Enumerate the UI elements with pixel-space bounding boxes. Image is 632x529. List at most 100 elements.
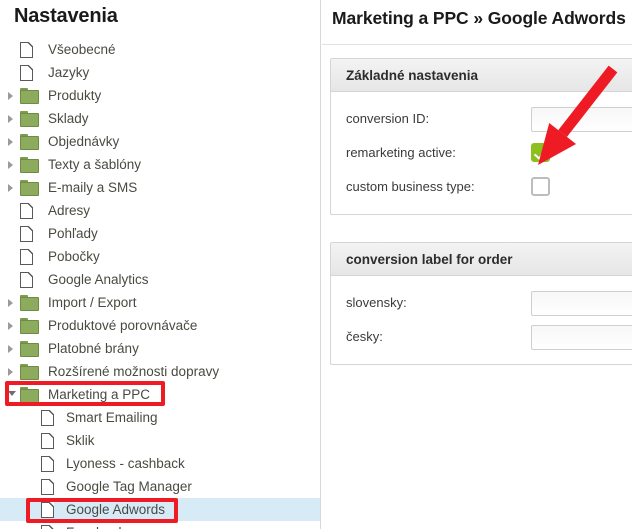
page-title: Marketing a PPC » Google Adwords [332, 8, 626, 28]
sidebar-item-label: Adresy [48, 203, 91, 218]
field-label: česky: [346, 329, 383, 344]
file-icon [41, 410, 54, 426]
folder-icon [20, 318, 39, 334]
sidebar-item-google-tag-manager[interactable]: Google Tag Manager [0, 475, 320, 498]
file-icon [20, 249, 33, 265]
chevron-right-icon[interactable] [8, 299, 13, 307]
folder-icon [20, 88, 39, 104]
file-icon [41, 502, 54, 518]
sidebar-item-v-eobecn[interactable]: Všeobecné [0, 38, 320, 61]
field-control [531, 325, 632, 350]
sidebar-item-label: Import / Export [48, 295, 137, 310]
sidebar-item-label: Lyoness - cashback [66, 456, 185, 471]
sidebar-item-facebook[interactable]: Facebook [0, 521, 320, 529]
content-area: Marketing a PPC » Google Adwords Základn… [322, 0, 632, 529]
folder-icon [20, 180, 39, 196]
folder-icon [20, 341, 39, 357]
chevron-right-icon[interactable] [8, 92, 13, 100]
chevron-right-icon[interactable] [8, 184, 13, 192]
field-control [531, 175, 550, 196]
sidebar-item-label: Všeobecné [48, 42, 116, 57]
sidebar-item-label: Pohľady [48, 226, 98, 241]
sidebar-item-label: Produkty [48, 88, 102, 103]
sidebar-item-label: Platobné brány [48, 341, 139, 356]
field-control [531, 291, 632, 316]
file-icon [20, 203, 33, 219]
sidebar-item-produkty[interactable]: Produkty [0, 84, 320, 107]
file-icon [20, 272, 33, 288]
sidebar-item-label: Google Analytics [48, 272, 149, 287]
sidebar-item-lyoness-cashback[interactable]: Lyoness - cashback [0, 452, 320, 475]
sidebar-item-import-export[interactable]: Import / Export [0, 291, 320, 314]
chevron-right-icon[interactable] [8, 368, 13, 376]
sidebar-item-label: Sklik [66, 433, 95, 448]
sidebar-item-poh-ady[interactable]: Pohľady [0, 222, 320, 245]
sidebar-item-produktov-porovn-va-e[interactable]: Produktové porovnávače [0, 314, 320, 337]
settings-sidebar: Nastavenia Všeobecné Jazyky Produkty Sklady… [0, 0, 321, 529]
folder-icon [20, 295, 39, 311]
sidebar-item-smart-emailing[interactable]: Smart Emailing [0, 406, 320, 429]
form-row: slovensky: [331, 286, 632, 320]
settings-tree: Všeobecné Jazyky Produkty Sklady Objednávky T… [0, 38, 320, 529]
sidebar-item-marketing-a-ppc[interactable]: Marketing a PPC [0, 383, 320, 406]
sidebar-item-label: Smart Emailing [66, 410, 158, 425]
panel-body: slovensky: česky: [331, 276, 632, 364]
file-icon [20, 226, 33, 242]
panel-body: conversion ID: remarketing active: custom … [331, 92, 632, 214]
esky-input[interactable] [531, 325, 632, 350]
chevron-right-icon[interactable] [8, 138, 13, 146]
sidebar-item-label: Marketing a PPC [48, 387, 151, 402]
sidebar-item-sklady[interactable]: Sklady [0, 107, 320, 130]
chevron-right-icon[interactable] [8, 322, 13, 330]
sidebar-item-google-adwords[interactable]: Google Adwords [0, 498, 320, 521]
sidebar-item-adresy[interactable]: Adresy [0, 199, 320, 222]
sidebar-item-google-analytics[interactable]: Google Analytics [0, 268, 320, 291]
file-icon [41, 433, 54, 449]
file-icon [20, 65, 33, 81]
sidebar-item-label: Pobočky [48, 249, 100, 264]
sidebar-item-label: Jazyky [48, 65, 90, 80]
sidebar-item-label: Rozšírené možnosti dopravy [48, 364, 220, 379]
remarketing-active-checkbox[interactable] [531, 143, 550, 162]
file-icon [41, 456, 54, 472]
form-row: remarketing active: [331, 136, 632, 170]
sidebar-item-label: E-maily a SMS [48, 180, 138, 195]
sidebar-item-roz-ren-mo-nosti-dopravy[interactable]: Rozšírené možnosti dopravy [0, 360, 320, 383]
form-row: česky: [331, 320, 632, 354]
sidebar-item-label: Sklady [48, 111, 89, 126]
field-control [531, 141, 550, 162]
sidebar-item-e-maily-a-sms[interactable]: E-maily a SMS [0, 176, 320, 199]
file-icon [41, 479, 54, 495]
sidebar-item-label: Facebook [66, 521, 125, 529]
field-label: slovensky: [346, 295, 407, 310]
panel-z-kladn-nastavenia: Základné nastavenia conversion ID: remarke… [330, 58, 632, 215]
sidebar-item-texty-a-abl-ny[interactable]: Texty a šablóny [0, 153, 320, 176]
field-control [531, 107, 632, 132]
folder-icon [20, 134, 39, 150]
form-row: custom business type: [331, 170, 632, 204]
sidebar-item-jazyky[interactable]: Jazyky [0, 61, 320, 84]
conversion-id-input[interactable] [531, 107, 632, 132]
panel-header: conversion label for order [331, 243, 632, 276]
sidebar-item-platobn-br-ny[interactable]: Platobné brány [0, 337, 320, 360]
chevron-right-icon[interactable] [8, 115, 13, 123]
sidebar-item-label: Texty a šablóny [48, 157, 142, 172]
sidebar-item-pobo-ky[interactable]: Pobočky [0, 245, 320, 268]
form-row: conversion ID: [331, 102, 632, 136]
sidebar-item-label: Objednávky [48, 134, 120, 149]
field-label: conversion ID: [346, 111, 430, 126]
custom-business-type-checkbox[interactable] [531, 177, 550, 196]
chevron-right-icon[interactable] [8, 161, 13, 169]
sidebar-item-label: Google Tag Manager [66, 479, 192, 494]
sidebar-item-sklik[interactable]: Sklik [0, 429, 320, 452]
panel-header: Základné nastavenia [331, 59, 632, 92]
folder-icon [20, 157, 39, 173]
folder-icon [20, 364, 39, 380]
chevron-down-icon[interactable] [8, 391, 16, 396]
settings-page: Nastavenia Všeobecné Jazyky Produkty Sklady… [0, 0, 632, 529]
field-label: remarketing active: [346, 145, 456, 160]
field-label: custom business type: [346, 179, 475, 194]
slovensky-input[interactable] [531, 291, 632, 316]
sidebar-item-objedn-vky[interactable]: Objednávky [0, 130, 320, 153]
chevron-right-icon[interactable] [8, 345, 13, 353]
